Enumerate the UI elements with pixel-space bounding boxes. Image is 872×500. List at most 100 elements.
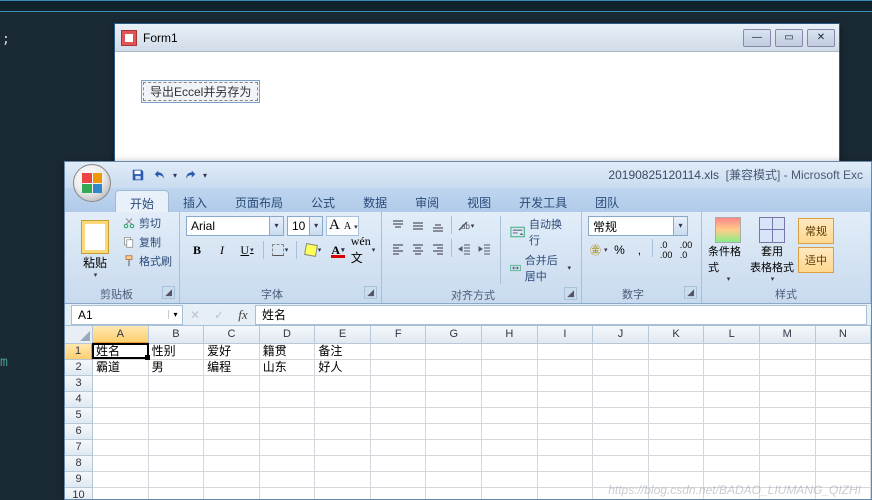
cell[interactable] xyxy=(538,376,594,392)
form1-titlebar[interactable]: Form1 — ▭ ✕ xyxy=(115,24,839,52)
cell[interactable] xyxy=(538,456,594,472)
font-grow-shrink[interactable]: A A ▾ xyxy=(326,216,359,236)
cell[interactable] xyxy=(149,376,205,392)
cell[interactable] xyxy=(371,440,427,456)
chevron-down-icon[interactable]: ▾ xyxy=(269,217,283,235)
wrap-text-button[interactable]: 自动换行 xyxy=(504,214,577,250)
cell[interactable] xyxy=(649,360,705,376)
cell[interactable] xyxy=(593,344,649,360)
row-header[interactable]: 2 xyxy=(65,360,93,376)
column-header[interactable]: N xyxy=(816,326,871,344)
clipboard-dialog-launcher[interactable]: ◢ xyxy=(162,286,175,299)
cell[interactable] xyxy=(371,456,427,472)
cell[interactable] xyxy=(482,488,538,499)
column-headers[interactable]: ABCDEFGHIJKLMN xyxy=(93,326,871,344)
cell-style-normal[interactable]: 常规 xyxy=(798,218,834,244)
cell[interactable] xyxy=(204,472,260,488)
cell[interactable] xyxy=(816,472,871,488)
cell[interactable] xyxy=(93,456,149,472)
cell[interactable]: 爱好 xyxy=(204,344,260,360)
cell[interactable] xyxy=(538,424,594,440)
chevron-down-icon[interactable]: ▾ xyxy=(168,310,182,319)
insert-function-button[interactable]: fx xyxy=(233,305,253,325)
cell[interactable] xyxy=(816,424,871,440)
save-icon[interactable] xyxy=(129,166,147,184)
cell[interactable] xyxy=(426,456,482,472)
cell[interactable] xyxy=(149,424,205,440)
tab-审阅[interactable]: 审阅 xyxy=(401,190,453,212)
column-header[interactable]: E xyxy=(315,326,371,344)
font-color-button[interactable]: A▾ xyxy=(327,239,349,261)
cell[interactable] xyxy=(371,344,427,360)
cell[interactable] xyxy=(593,424,649,440)
cell[interactable] xyxy=(482,408,538,424)
fill-color-button[interactable]: ▾ xyxy=(302,239,324,261)
cell[interactable] xyxy=(649,456,705,472)
column-header[interactable]: M xyxy=(760,326,816,344)
cell[interactable] xyxy=(315,424,371,440)
tab-公式[interactable]: 公式 xyxy=(297,190,349,212)
cell[interactable] xyxy=(816,392,871,408)
cell[interactable] xyxy=(704,472,760,488)
cell[interactable] xyxy=(371,360,427,376)
accounting-format-button[interactable]: ㊎▾ xyxy=(588,239,609,261)
office-button[interactable] xyxy=(73,164,111,202)
cell[interactable] xyxy=(593,376,649,392)
cell[interactable] xyxy=(538,360,594,376)
align-top-button[interactable] xyxy=(388,216,408,236)
cell[interactable] xyxy=(149,408,205,424)
phonetic-guide-button[interactable]: wén文▾ xyxy=(352,239,374,261)
cell[interactable] xyxy=(260,488,316,499)
cell[interactable] xyxy=(704,408,760,424)
row-header[interactable]: 7 xyxy=(65,440,93,456)
border-button[interactable]: ▾ xyxy=(269,239,291,261)
cell[interactable] xyxy=(649,472,705,488)
cell[interactable] xyxy=(315,376,371,392)
cell[interactable] xyxy=(371,488,427,499)
cell[interactable] xyxy=(204,376,260,392)
cell[interactable] xyxy=(371,424,427,440)
increase-decimal-button[interactable]: .0.00 xyxy=(657,239,675,261)
cell[interactable] xyxy=(426,488,482,499)
row-header[interactable]: 4 xyxy=(65,392,93,408)
cell[interactable] xyxy=(315,392,371,408)
cell[interactable] xyxy=(760,408,816,424)
cell[interactable]: 籍贯 xyxy=(260,344,316,360)
cell[interactable] xyxy=(204,440,260,456)
redo-icon[interactable] xyxy=(181,166,199,184)
column-header[interactable]: C xyxy=(204,326,260,344)
cell[interactable] xyxy=(816,360,871,376)
row-header[interactable]: 5 xyxy=(65,408,93,424)
column-header[interactable]: L xyxy=(704,326,760,344)
cell[interactable] xyxy=(371,472,427,488)
maximize-button[interactable]: ▭ xyxy=(775,29,803,47)
cell[interactable] xyxy=(704,376,760,392)
cell[interactable] xyxy=(482,424,538,440)
number-format-combo[interactable]: 常规 ▾ xyxy=(588,216,688,236)
cell[interactable] xyxy=(760,344,816,360)
cell[interactable] xyxy=(149,456,205,472)
cell[interactable]: 男 xyxy=(149,360,205,376)
column-header[interactable]: D xyxy=(260,326,316,344)
cell[interactable] xyxy=(816,408,871,424)
cell[interactable]: 山东 xyxy=(260,360,316,376)
cell[interactable] xyxy=(93,424,149,440)
cell[interactable] xyxy=(649,440,705,456)
tab-数据[interactable]: 数据 xyxy=(349,190,401,212)
align-center-button[interactable] xyxy=(408,239,428,259)
cell[interactable] xyxy=(760,440,816,456)
cell[interactable] xyxy=(482,376,538,392)
cell[interactable] xyxy=(593,456,649,472)
cell[interactable] xyxy=(149,392,205,408)
cell[interactable]: 备注 xyxy=(315,344,371,360)
cell[interactable] xyxy=(426,344,482,360)
cell[interactable] xyxy=(760,472,816,488)
cell[interactable] xyxy=(93,488,149,499)
bold-button[interactable]: B xyxy=(186,239,208,261)
underline-button[interactable]: U▾ xyxy=(236,239,258,261)
cell[interactable] xyxy=(426,376,482,392)
cell[interactable] xyxy=(538,408,594,424)
paste-button[interactable]: 粘贴 ▾ xyxy=(75,214,115,285)
align-middle-button[interactable] xyxy=(408,216,428,236)
tab-团队[interactable]: 团队 xyxy=(581,190,633,212)
